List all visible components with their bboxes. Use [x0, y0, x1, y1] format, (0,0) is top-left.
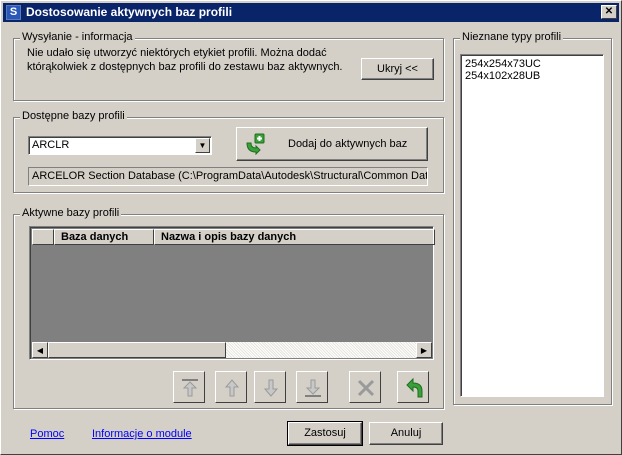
apply-button[interactable]: Zastosuj [287, 421, 363, 446]
hide-button[interactable]: Ukryj << [361, 58, 434, 80]
move-up-icon [224, 379, 240, 397]
move-top-button[interactable] [173, 371, 205, 403]
info-message: Nie udało się utworzyć niektórych etykie… [27, 47, 343, 73]
column-header-name-description[interactable]: Nazwa i opis bazy danych [154, 229, 435, 245]
horizontal-scrollbar[interactable]: ◀ ▶ [32, 342, 432, 358]
unknown-types-list[interactable]: 254x254x73UC 254x102x28UB [460, 54, 604, 397]
cancel-button[interactable]: Anuluj [369, 422, 443, 445]
undo-button[interactable] [397, 371, 429, 403]
delete-icon [357, 379, 375, 397]
delete-button[interactable] [349, 371, 381, 403]
module-info-link[interactable]: Informacje o module [92, 428, 192, 440]
scroll-right-icon[interactable]: ▶ [416, 342, 432, 358]
add-to-active-label: Dodaj do aktywnych baz [288, 138, 408, 150]
move-top-icon [182, 379, 198, 397]
database-select-value: ARCLR [32, 139, 70, 151]
add-database-icon [244, 133, 266, 156]
scroll-left-icon[interactable]: ◀ [32, 342, 48, 358]
list-item[interactable]: 254x102x28UB [465, 70, 603, 82]
column-header-database[interactable]: Baza danych [54, 229, 154, 245]
info-group-legend: Wysyłanie - informacja [20, 31, 135, 43]
database-select[interactable]: ARCLR ▼ [28, 136, 212, 155]
undo-icon [406, 377, 423, 398]
column-header-marker[interactable] [32, 229, 54, 245]
move-down-button[interactable] [254, 371, 286, 403]
add-to-active-button[interactable]: Dodaj do aktywnych baz [236, 127, 428, 161]
move-down-icon [263, 379, 279, 397]
list-item[interactable]: 254x254x73UC [465, 58, 603, 70]
table-header: Baza danych Nazwa i opis bazy danych [32, 229, 435, 245]
move-up-button[interactable] [215, 371, 247, 403]
dialog-window: S Dostosowanie aktywnych baz profili ✕ W… [0, 0, 622, 455]
available-databases-legend: Dostępne bazy profili [20, 110, 127, 122]
app-icon: S [6, 5, 21, 20]
help-link[interactable]: Pomoc [30, 428, 64, 440]
database-description-field: ARCELOR Section Database (C:\ProgramData… [28, 167, 428, 186]
move-bottom-button[interactable] [296, 371, 328, 403]
scroll-thumb[interactable] [48, 342, 226, 358]
window-title: Dostosowanie aktywnych baz profili [26, 5, 233, 19]
close-button[interactable]: ✕ [601, 5, 617, 19]
active-databases-table[interactable]: Baza danych Nazwa i opis bazy danych ◀ ▶ [29, 226, 435, 360]
active-databases-legend: Aktywne bazy profili [20, 207, 122, 219]
title-bar[interactable]: S Dostosowanie aktywnych baz profili ✕ [3, 3, 619, 22]
move-bottom-icon [305, 379, 321, 397]
chevron-down-icon[interactable]: ▼ [195, 138, 210, 153]
unknown-types-legend: Nieznane typy profili [460, 31, 564, 43]
